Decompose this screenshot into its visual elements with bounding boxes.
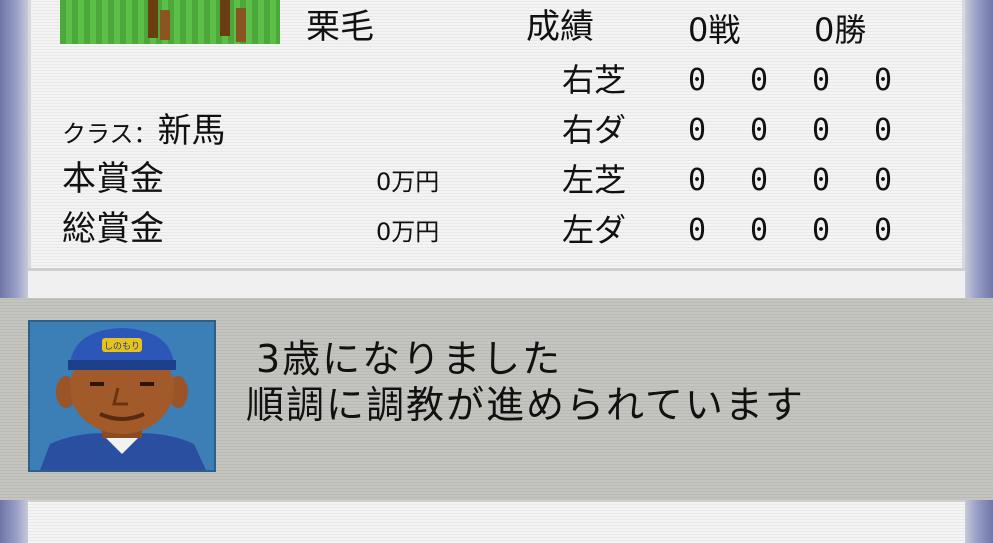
record-cell: 0: [812, 113, 831, 148]
record-label: 成績: [526, 7, 594, 47]
record-cell: 0: [874, 63, 893, 98]
record-cell: 0: [874, 113, 893, 148]
horse-thumbnail-image: [60, 0, 280, 44]
record-cell: 0: [812, 163, 831, 198]
record-cell: 0: [812, 63, 831, 98]
record-cell: 0: [874, 213, 893, 248]
record-cell: 0: [688, 63, 707, 98]
surface-row-label: 左ダ: [562, 211, 627, 249]
record-cell: 0: [750, 213, 769, 248]
cap-logo-text: しのもり: [104, 341, 140, 352]
dialog-line-2: 順調に調教が進められています: [246, 383, 805, 427]
message-dialog[interactable]: しのもり 3歳になりました 順調に調教が進められています: [0, 298, 993, 500]
record-cell: 0: [750, 63, 769, 98]
class-label: クラス：: [62, 120, 158, 148]
record-cell: 0: [688, 163, 707, 198]
record-cell: 0: [688, 213, 707, 248]
horse-leg-icon: [148, 0, 158, 38]
trainer-portrait-icon: しのもり: [28, 320, 216, 472]
class-row: クラス：新馬: [62, 114, 226, 148]
panel-divider-strip: [28, 268, 965, 298]
record-cell: 0: [812, 213, 831, 248]
trainer-portrait-art: しのもり: [40, 328, 206, 470]
race-count: 0戦: [688, 11, 741, 49]
dialog-line-1: 3歳になりました: [256, 337, 563, 381]
coat-color: 栗毛: [306, 7, 374, 47]
main-prize-value: 0万円: [376, 168, 440, 196]
record-cell: 0: [750, 113, 769, 148]
lower-panel: [28, 500, 965, 543]
horse-leg-icon: [220, 0, 230, 36]
horse-leg-icon: [160, 10, 170, 40]
surface-row-label: 右ダ: [562, 111, 627, 149]
record-cell: 0: [750, 163, 769, 198]
horse-leg-icon: [236, 8, 246, 42]
class-value: 新馬: [157, 111, 226, 151]
total-prize-value: 0万円: [376, 218, 440, 246]
total-prize-label: 総賞金: [62, 209, 164, 249]
record-cell: 0: [874, 163, 893, 198]
main-prize-label: 本賞金: [62, 159, 164, 199]
surface-row-label: 左芝: [562, 161, 627, 199]
surface-row-label: 右芝: [562, 61, 627, 99]
win-count: 0勝: [814, 11, 867, 49]
record-cell: 0: [688, 113, 707, 148]
